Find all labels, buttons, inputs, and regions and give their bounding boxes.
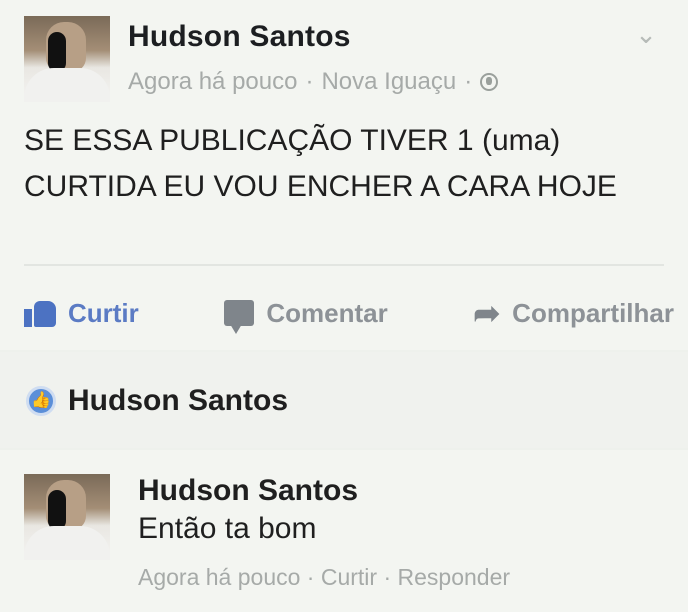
globe-icon — [480, 73, 499, 91]
share-button[interactable]: ➦ Compartilhar — [473, 295, 674, 331]
post-card: Hudson Santos Agora há pouco · Nova Igua… — [0, 0, 688, 350]
likes-summary[interactable]: 👍 Hudson Santos — [0, 352, 688, 448]
post-time[interactable]: Agora há pouco — [128, 68, 297, 96]
post-location[interactable]: Nova Iguaçu — [321, 68, 456, 96]
meta-separator: · — [305, 68, 314, 95]
comment-text: Então ta bom — [138, 512, 317, 545]
comment-author-name[interactable]: Hudson Santos — [138, 474, 358, 508]
comment-meta: Agora há pouco · Curtir · Responder — [138, 564, 511, 590]
divider — [24, 264, 664, 266]
post-actions-bar: Curtir Comentar ➦ Compartilhar — [24, 290, 674, 336]
chevron-down-icon[interactable]: ⌄ — [632, 20, 660, 48]
share-arrow-icon: ➦ — [473, 295, 501, 331]
avatar-blackout — [48, 490, 66, 530]
like-badge-icon: 👍 — [26, 386, 56, 416]
post-meta: Agora há pouco · Nova Iguaçu · — [128, 68, 499, 96]
avatar-shirt — [24, 68, 110, 102]
thumbs-up-icon — [24, 299, 56, 327]
comment-item: Hudson Santos Então ta bom Agora há pouc… — [0, 450, 688, 612]
comment-label: Comentar — [266, 297, 388, 328]
comment-icon — [224, 300, 255, 334]
like-label: Curtir — [68, 297, 139, 328]
post-body-text: SE ESSA PUBLICAÇÃO TIVER 1 (uma) CURTIDA… — [24, 124, 617, 203]
avatar-shirt — [24, 526, 110, 560]
comment-button[interactable]: Comentar — [224, 297, 388, 334]
commenter-avatar[interactable] — [24, 474, 110, 560]
avatar-blackout — [48, 32, 66, 72]
likes-name[interactable]: Hudson Santos — [68, 384, 288, 418]
post-author-name[interactable]: Hudson Santos — [128, 20, 351, 54]
meta-separator: · — [464, 68, 473, 95]
author-avatar[interactable] — [24, 16, 110, 102]
like-button[interactable]: Curtir — [24, 298, 139, 329]
share-label: Compartilhar — [512, 297, 674, 328]
